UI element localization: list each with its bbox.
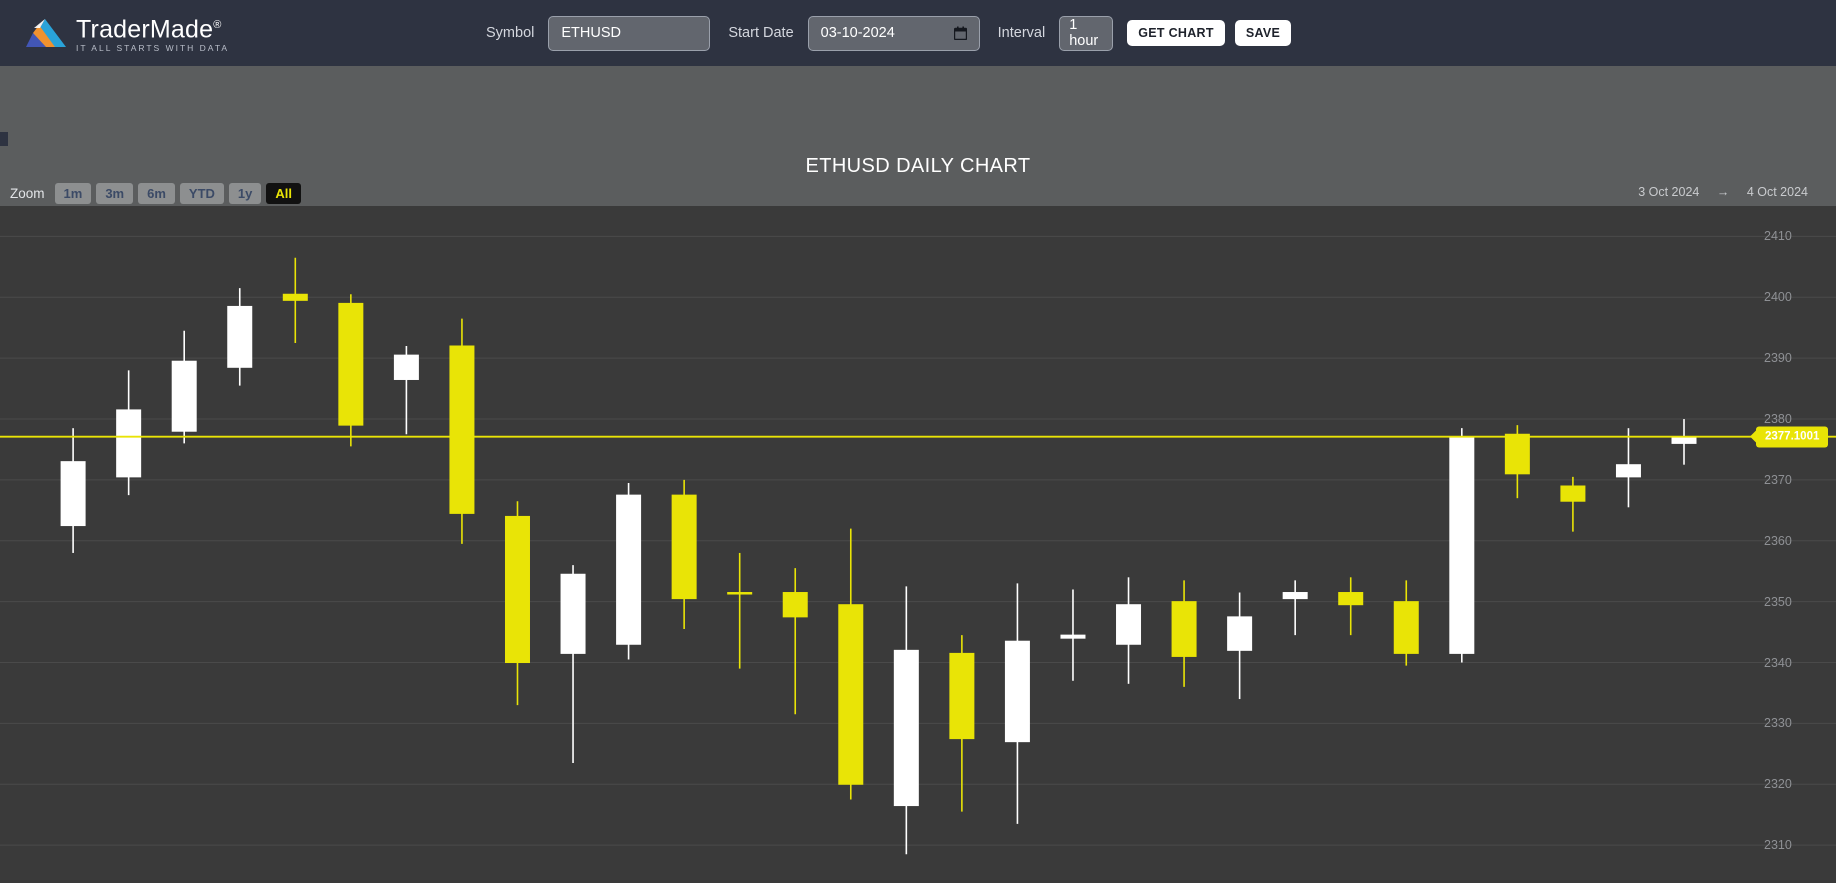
price-axis: 2377.1001 2410 2400 2390 2380 2370 2360 2350 23… [1744, 206, 1836, 883]
date-range-label: 3 Oct 2024 → 4 Oct 2024 [1638, 185, 1808, 199]
chart-title: ETHUSD DAILY CHART [805, 155, 1031, 177]
price-tick: 2320 [1764, 777, 1792, 792]
current-price-flag: 2377.1001 [1756, 426, 1829, 448]
save-button[interactable]: SAVE [1234, 20, 1292, 46]
price-tick: 2410 [1764, 229, 1792, 244]
interval-input[interactable]: 1 hour [1059, 15, 1114, 51]
price-tick: 2400 [1764, 290, 1792, 305]
brand-text: TraderMade® IT ALL STARTS WITH DATA [76, 12, 229, 53]
price-tick: 2350 [1764, 594, 1792, 609]
tradermade-logo-icon [26, 18, 66, 47]
zoom-button-ytd[interactable]: YTD [179, 183, 224, 204]
brand-name: TraderMade® [76, 15, 222, 44]
price-tick: 2330 [1764, 716, 1792, 731]
zoom-range-selector: Zoom 1m 3m 6m YTD 1y All [10, 183, 306, 204]
start-date-value: 03-10-2024 [820, 25, 895, 41]
symbol-input[interactable]: ETHUSD [548, 15, 711, 51]
top-toolbar: TraderMade® IT ALL STARTS WITH DATA Symb… [0, 0, 1836, 66]
price-tick: 2380 [1764, 412, 1792, 427]
symbol-label: Symbol [486, 25, 535, 41]
interval-label: Interval [997, 25, 1046, 41]
zoom-button-1y[interactable]: 1y [228, 183, 262, 204]
start-date-input[interactable]: 03-10-2024 [807, 15, 980, 51]
panel-notch [0, 132, 8, 146]
range-start: 3 Oct 2024 [1638, 185, 1700, 199]
brand-tagline: IT ALL STARTS WITH DATA [76, 42, 230, 53]
range-arrow-icon: → [1716, 185, 1730, 199]
range-end: 4 Oct 2024 [1746, 185, 1808, 199]
zoom-label: Zoom [10, 186, 45, 201]
zoom-button-3m[interactable]: 3m [96, 183, 134, 204]
brand-logo: TraderMade® IT ALL STARTS WITH DATA [22, 12, 229, 53]
price-tick: 2370 [1764, 472, 1792, 487]
calendar-icon[interactable] [953, 26, 967, 40]
zoom-button-all[interactable]: All [266, 183, 301, 204]
plot-svg [0, 235, 1836, 855]
price-tick: 2310 [1764, 838, 1792, 853]
price-tick: 2360 [1764, 533, 1792, 548]
zoom-button-1m[interactable]: 1m [54, 183, 92, 204]
start-date-label: Start Date [728, 25, 794, 41]
price-tick: 2340 [1764, 655, 1792, 670]
zoom-button-6m[interactable]: 6m [138, 183, 175, 204]
candlestick-plot[interactable] [0, 206, 1836, 883]
get-chart-button[interactable]: GET CHART [1127, 20, 1225, 46]
chart-controls: Symbol ETHUSD Start Date 03-10-2024 Inte… [486, 0, 1301, 66]
price-tick: 2390 [1764, 351, 1792, 366]
chart-shell: ETHUSD DAILY CHART Zoom 1m 3m 6m YTD 1y All 3… [0, 66, 1836, 883]
registered-mark: ® [213, 19, 222, 32]
